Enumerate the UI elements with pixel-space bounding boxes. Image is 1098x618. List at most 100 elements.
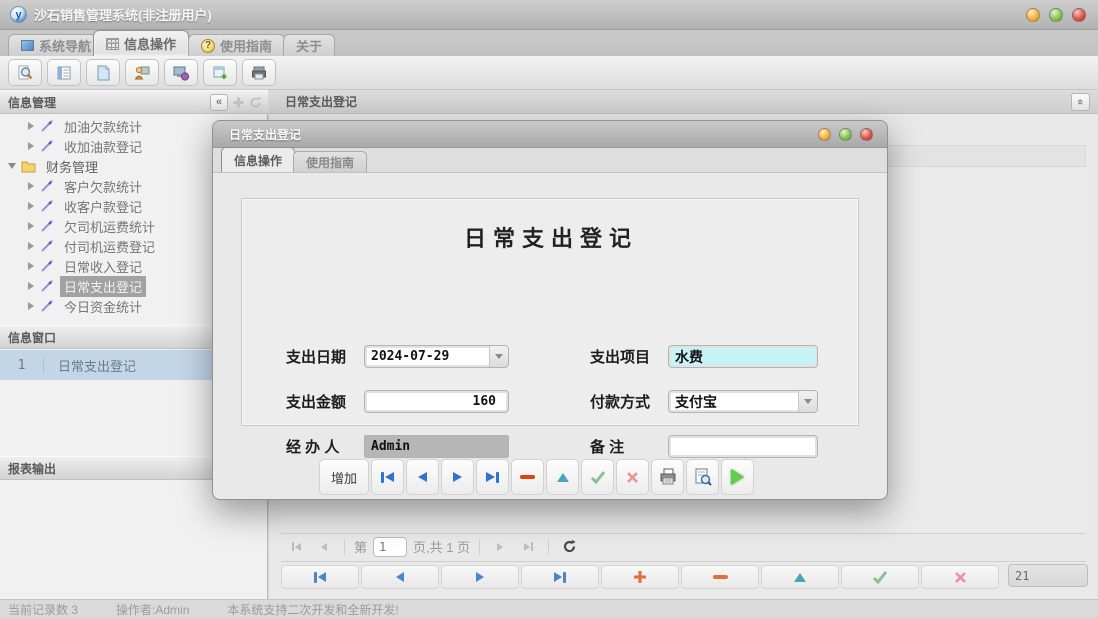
handler-label: 经 办 人 — [286, 436, 364, 457]
pagination-bar: 第 页,共 1 页 — [281, 533, 1086, 559]
document-tab[interactable]: 日常支出登记 — [285, 93, 357, 110]
page-next-button[interactable] — [489, 537, 511, 557]
dropdown-arrow-icon[interactable] — [489, 346, 508, 367]
monitor-globe-icon — [172, 64, 190, 82]
form-group-box: 日常支出登记 支出日期 支出项目 支出金额 — [241, 198, 859, 426]
minimize-button[interactable] — [1026, 8, 1040, 22]
expense-amount-field[interactable] — [364, 390, 509, 413]
record-next-button[interactable] — [441, 565, 519, 589]
confirm-button[interactable] — [581, 459, 614, 495]
expand-arrow-icon[interactable] — [28, 182, 34, 190]
record-edit-button[interactable] — [761, 565, 839, 589]
plus-icon — [633, 570, 647, 584]
prev-record-button[interactable] — [406, 459, 439, 495]
page-suffix-label: 页,共 1 页 — [413, 537, 470, 556]
record-last-button[interactable] — [521, 565, 599, 589]
check-icon — [590, 470, 606, 484]
panel-header-info-management[interactable]: 信息管理 « — [0, 90, 268, 114]
tab-info-operation[interactable]: 信息操作 — [93, 30, 189, 56]
page-first-button[interactable] — [285, 537, 307, 557]
record-nav-bar — [281, 561, 1086, 590]
close-button[interactable] — [1072, 8, 1086, 22]
form-icon — [55, 64, 73, 82]
dialog-tab-user-guide[interactable]: 使用指南 — [293, 151, 367, 172]
next-record-button[interactable] — [441, 459, 474, 495]
wand-icon — [39, 259, 55, 273]
dialog-tab-strip: 信息操作 使用指南 — [213, 148, 887, 173]
question-circle-icon: ? — [201, 39, 215, 53]
page-last-button[interactable] — [517, 537, 539, 557]
expand-arrow-icon[interactable] — [28, 242, 34, 250]
panel-collapse-button[interactable]: « — [1071, 93, 1090, 111]
delete-record-button[interactable] — [511, 459, 544, 495]
expense-item-field[interactable] — [668, 345, 818, 368]
collapse-arrow-icon[interactable] — [8, 163, 16, 169]
divider — [479, 539, 480, 555]
divider — [548, 539, 549, 555]
page-size-value[interactable] — [1009, 565, 1088, 586]
record-confirm-button[interactable] — [841, 565, 919, 589]
record-cancel-button[interactable] — [921, 565, 999, 589]
document-icon — [94, 64, 112, 82]
up-triangle-icon — [794, 573, 806, 582]
monitor-button[interactable] — [164, 59, 198, 86]
dropdown-arrow-icon[interactable] — [798, 391, 817, 412]
user-button[interactable] — [125, 59, 159, 86]
expand-arrow-icon[interactable] — [28, 122, 34, 130]
record-first-button[interactable] — [281, 565, 359, 589]
tab-system-nav[interactable]: 系统导航 — [8, 34, 104, 56]
sidebar-collapse-button[interactable]: « — [210, 94, 228, 111]
up-triangle-icon — [557, 473, 569, 482]
dialog-tab-info-operation[interactable]: 信息操作 — [221, 147, 295, 172]
dialog-window-controls — [818, 128, 873, 141]
window-controls — [1026, 8, 1086, 22]
refresh-icon — [249, 96, 262, 109]
record-delete-button[interactable] — [681, 565, 759, 589]
maximize-button[interactable] — [1049, 8, 1063, 22]
x-icon — [626, 471, 639, 484]
expand-arrow-icon[interactable] — [28, 202, 34, 210]
row-label[interactable]: 日常支出登记 — [44, 356, 136, 375]
check-icon — [872, 570, 888, 584]
printer-button[interactable] — [242, 59, 276, 86]
record-add-button[interactable] — [601, 565, 679, 589]
tab-user-guide[interactable]: ? 使用指南 — [188, 34, 285, 56]
document-button[interactable] — [86, 59, 120, 86]
payment-method-dropdown[interactable] — [668, 390, 818, 413]
expense-amount-label: 支出金额 — [286, 391, 364, 412]
add-record-button[interactable]: 增加 — [319, 459, 369, 495]
dialog-title-bar[interactable]: 日常支出登记 — [213, 121, 887, 148]
expand-arrow-icon[interactable] — [28, 142, 34, 150]
form-button[interactable] — [47, 59, 81, 86]
wand-icon — [39, 239, 55, 253]
new-window-button[interactable] — [203, 59, 237, 86]
page-prev-button[interactable] — [313, 537, 335, 557]
dialog-minimize-button[interactable] — [818, 128, 831, 141]
page-refresh-button[interactable] — [558, 537, 580, 557]
remark-field[interactable] — [668, 435, 818, 458]
user-board-icon — [133, 64, 151, 82]
page-size-dropdown[interactable] — [1008, 564, 1088, 587]
remark-label: 备 注 — [590, 436, 668, 457]
search-button[interactable] — [8, 59, 42, 86]
preview-button[interactable] — [686, 459, 719, 495]
tab-about[interactable]: 关于 — [283, 34, 335, 56]
record-prev-button[interactable] — [361, 565, 439, 589]
minus-icon — [520, 475, 535, 479]
window-title: 沙石销售管理系统(非注册用户) — [34, 5, 212, 24]
first-record-button[interactable] — [371, 459, 404, 495]
execute-button[interactable] — [721, 459, 754, 495]
edit-record-button[interactable] — [546, 459, 579, 495]
expense-date-dropdown[interactable] — [364, 345, 509, 368]
cancel-button[interactable] — [616, 459, 649, 495]
dialog-close-button[interactable] — [860, 128, 873, 141]
print-button[interactable] — [651, 459, 684, 495]
expand-arrow-icon[interactable] — [28, 262, 34, 270]
expand-arrow-icon[interactable] — [28, 302, 34, 310]
expand-arrow-icon[interactable] — [28, 222, 34, 230]
dialog-maximize-button[interactable] — [839, 128, 852, 141]
page-number-input[interactable] — [373, 537, 407, 557]
expand-arrow-icon[interactable] — [28, 282, 34, 290]
status-message: 本系统支持二次开发和全新开发! — [227, 601, 398, 618]
last-record-button[interactable] — [476, 459, 509, 495]
